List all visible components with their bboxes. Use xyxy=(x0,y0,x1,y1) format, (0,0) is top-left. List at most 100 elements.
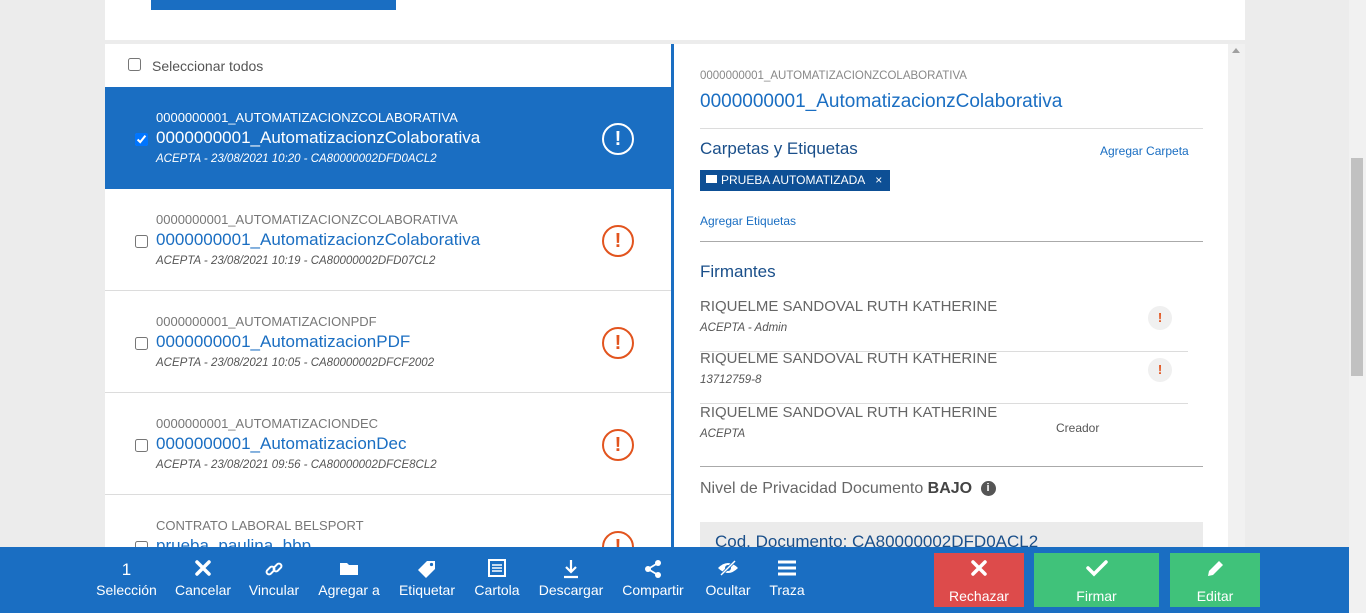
item-meta: ACEPTA - 23/08/2021 09:56 - CA80000002DF… xyxy=(156,459,437,471)
cancel-button[interactable]: Cancelar xyxy=(172,547,234,613)
select-all-label: Seleccionar todos xyxy=(152,58,264,74)
item-checkbox[interactable] xyxy=(135,133,148,146)
hide-button[interactable]: Ocultar xyxy=(701,547,755,613)
signer-alert-icon: ! xyxy=(1148,358,1172,382)
privacy-label: Nivel de Privacidad Documento xyxy=(700,480,924,497)
page-scrollbar[interactable] xyxy=(1349,0,1366,613)
bars-icon xyxy=(766,559,808,581)
list-item[interactable]: 0000000001_AUTOMATIZACIONZCOLABORATIVA 0… xyxy=(105,87,671,189)
share-label: Compartir xyxy=(622,582,684,598)
item-checkbox[interactable] xyxy=(135,439,148,452)
edit-label: Editar xyxy=(1196,588,1234,604)
signer-row: RIQUELME SANDOVAL RUTH KATHERINE 1371275… xyxy=(700,350,1188,404)
list-doc-icon xyxy=(472,559,522,581)
item-name[interactable]: prueba_paulina_bbp xyxy=(156,536,311,547)
download-button[interactable]: Descargar xyxy=(537,547,605,613)
item-code: 0000000001_AUTOMATIZACIONDEC xyxy=(156,416,379,431)
scroll-up-icon[interactable] xyxy=(1232,48,1240,53)
link-button[interactable]: Vincular xyxy=(246,547,302,613)
download-icon xyxy=(537,559,605,581)
download-label: Descargar xyxy=(538,582,604,598)
warning-circle-icon: ! xyxy=(602,225,634,257)
close-icon xyxy=(172,559,234,581)
list-item[interactable]: 0000000001_AUTOMATIZACIONDEC 0000000001_… xyxy=(105,393,671,495)
signer-name: RIQUELME SANDOVAL RUTH KATHERINE xyxy=(700,404,998,421)
selection-count: 1 xyxy=(121,560,132,579)
list-item[interactable]: 0000000001_AUTOMATIZACIONPDF 0000000001_… xyxy=(105,291,671,393)
divider xyxy=(700,466,1203,467)
trace-label: Traza xyxy=(769,582,805,598)
divider xyxy=(700,241,1203,242)
add-tags-link[interactable]: Agregar Etiquetas xyxy=(700,214,796,228)
share-icon xyxy=(619,559,687,581)
selection-counter: 1 Selección xyxy=(94,547,159,613)
signer-row: RIQUELME SANDOVAL RUTH KATHERINE ACEPTA … xyxy=(700,298,1188,352)
signer-name: RIQUELME SANDOVAL RUTH KATHERINE xyxy=(700,298,998,315)
bottom-toolbar: 1 Selección Cancelar Vincular Agregar a … xyxy=(0,547,1349,613)
cartola-button[interactable]: Cartola xyxy=(472,547,522,613)
signer-name: RIQUELME SANDOVAL RUTH KATHERINE xyxy=(700,350,998,367)
item-name[interactable]: 0000000001_AutomatizacionDec xyxy=(156,434,406,454)
signer-sub: ACEPTA - Admin xyxy=(700,322,788,334)
add-to-button[interactable]: Agregar a xyxy=(316,547,382,613)
signer-role: Creador xyxy=(1056,421,1100,435)
cartola-label: Cartola xyxy=(474,582,520,598)
hide-label: Ocultar xyxy=(705,582,751,598)
sign-button[interactable]: Firmar xyxy=(1034,553,1159,607)
selection-label: Selección xyxy=(96,582,157,598)
folder-icon xyxy=(706,175,717,183)
signer-sub: ACEPTA xyxy=(700,428,746,440)
signer-row: RIQUELME SANDOVAL RUTH KATHERINE ACEPTA … xyxy=(700,404,1188,457)
document-list: Seleccionar todos 0000000001_AUTOMATIZAC… xyxy=(105,44,671,547)
edit-button[interactable]: Editar xyxy=(1170,553,1260,607)
tag-button[interactable]: Etiquetar xyxy=(395,547,459,613)
folders-section-title: Carpetas y Etiquetas xyxy=(700,139,858,158)
privacy-value: BAJO xyxy=(927,480,973,497)
list-item[interactable]: 0000000001_AUTOMATIZACIONZCOLABORATIVA 0… xyxy=(105,189,671,291)
sign-label: Firmar xyxy=(1076,588,1117,604)
page-scrollbar-thumb[interactable] xyxy=(1351,158,1363,376)
warning-circle-icon: ! xyxy=(602,429,634,461)
folder-chip[interactable]: PRUEBA AUTOMATIZADA × xyxy=(700,170,891,191)
cancel-label: Cancelar xyxy=(174,582,232,598)
document-detail-panel: 0000000001_AUTOMATIZACIONZCOLABORATIVA 0… xyxy=(674,44,1228,547)
detail-scrollbar[interactable] xyxy=(1228,44,1245,547)
eye-slash-icon xyxy=(701,559,755,581)
item-checkbox[interactable] xyxy=(135,337,148,350)
reject-button[interactable]: Rechazar xyxy=(934,553,1024,607)
pencil-icon xyxy=(1170,559,1260,585)
link-icon xyxy=(246,559,302,581)
item-code: 0000000001_AUTOMATIZACIONZCOLABORATIVA xyxy=(156,212,458,227)
item-code: 0000000001_AUTOMATIZACIONZCOLABORATIVA xyxy=(156,110,458,125)
list-item[interactable]: CONTRATO LABORAL BELSPORT prueba_paulina… xyxy=(105,495,671,547)
top-action-button[interactable] xyxy=(151,0,396,10)
signer-alert-icon: ! xyxy=(1148,306,1172,330)
item-name[interactable]: 0000000001_AutomatizacionzColaborativa xyxy=(156,128,480,148)
info-icon[interactable]: i xyxy=(980,481,996,496)
signers-section-title: Firmantes xyxy=(700,262,776,281)
warning-circle-icon: ! xyxy=(602,327,634,359)
item-meta: ACEPTA - 23/08/2021 10:20 - CA80000002DF… xyxy=(156,153,437,165)
item-meta: ACEPTA - 23/08/2021 10:19 - CA80000002DF… xyxy=(156,255,436,267)
select-all-row[interactable]: Seleccionar todos xyxy=(105,44,671,87)
close-icon xyxy=(934,559,1024,583)
checkmark-icon xyxy=(1034,559,1159,583)
share-button[interactable]: Compartir xyxy=(619,547,687,613)
link-label: Vincular xyxy=(248,582,300,598)
trace-button[interactable]: Traza xyxy=(766,547,808,613)
item-name[interactable]: 0000000001_AutomatizacionPDF xyxy=(156,332,410,352)
document-code-box: Cod. Documento: CA80000002DFD0ACL2 xyxy=(700,522,1203,547)
item-code: CONTRATO LABORAL BELSPORT xyxy=(156,518,364,533)
warning-circle-icon: ! xyxy=(602,123,634,155)
item-name[interactable]: 0000000001_AutomatizacionzColaborativa xyxy=(156,230,480,250)
select-all-checkbox[interactable] xyxy=(128,58,141,71)
tag-label: Etiquetar xyxy=(398,582,456,598)
warning-circle-icon: ! xyxy=(602,531,634,547)
privacy-level: Nivel de Privacidad Documento BAJO i xyxy=(700,480,996,498)
folder-icon xyxy=(316,559,382,581)
item-meta: ACEPTA - 23/08/2021 10:05 - CA80000002DF… xyxy=(156,357,435,369)
signer-sub: 13712759-8 xyxy=(700,374,762,386)
add-folder-link[interactable]: Agregar Carpeta xyxy=(1100,144,1189,158)
chip-remove-icon[interactable]: × xyxy=(875,173,882,187)
item-checkbox[interactable] xyxy=(135,235,148,248)
